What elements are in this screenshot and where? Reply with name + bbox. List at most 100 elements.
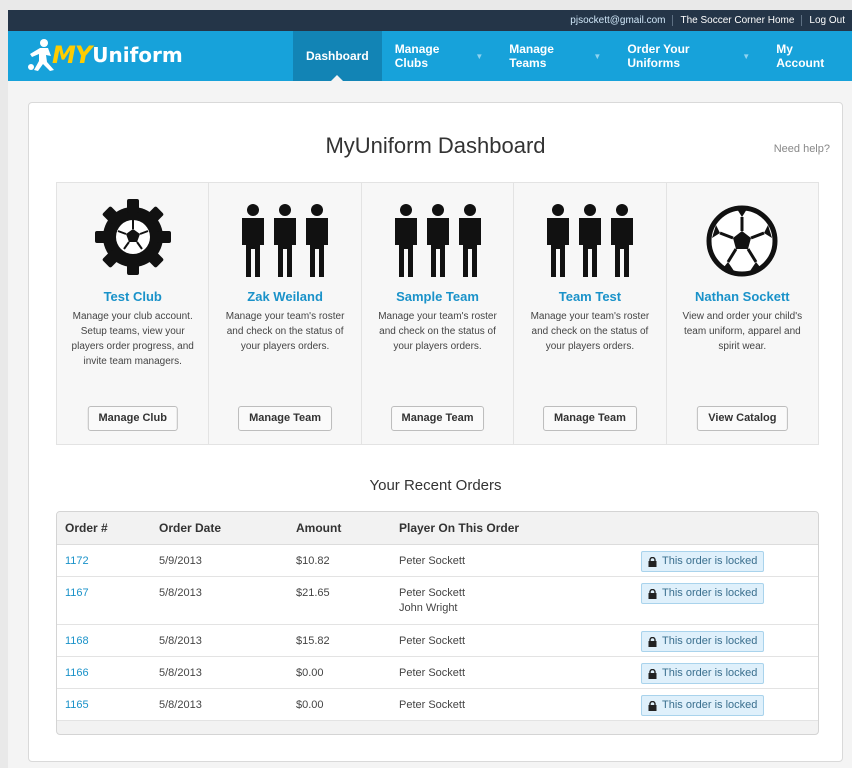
manage-team-button[interactable]: Manage Team <box>542 406 637 431</box>
chevron-down-icon: ▼ <box>742 51 751 61</box>
col-header-amount: Amount <box>296 521 342 535</box>
card-title[interactable]: Zak Weiland <box>209 289 360 304</box>
chevron-down-icon: ▼ <box>593 51 602 61</box>
card-team: Zak Weiland Manage your team's roster an… <box>209 183 362 444</box>
order-amount: $10.82 <box>296 555 330 567</box>
manage-team-button[interactable]: Manage Team <box>238 406 333 431</box>
order-number-link[interactable]: 1168 <box>57 625 159 656</box>
lock-icon <box>648 668 657 679</box>
order-player: Peter Sockett <box>399 587 466 599</box>
page-title: MyUniform Dashboard <box>325 133 546 158</box>
card-title[interactable]: Team Test <box>514 289 665 304</box>
order-player: Peter Sockett <box>399 667 466 679</box>
order-date: 5/8/2013 <box>159 699 202 711</box>
home-link[interactable]: The Soccer Corner Home <box>673 15 801 26</box>
order-date: 5/8/2013 <box>159 587 202 599</box>
order-number-link[interactable]: 1167 <box>57 577 159 624</box>
order-players: Peter Sockett John Wright <box>399 577 629 624</box>
card-title[interactable]: Sample Team <box>362 289 513 304</box>
table-row: 1168 5/8/2013 $15.82 Peter Sockett This … <box>57 625 818 657</box>
top-links: pjsockett@gmail.com The Soccer Corner Ho… <box>563 10 852 31</box>
col-header-player: Player On This Order <box>399 521 520 535</box>
order-status: This order is locked <box>662 667 758 679</box>
table-row: 1167 5/8/2013 $21.65 Peter Sockett John … <box>57 577 818 625</box>
card-icon-wrap <box>667 183 818 283</box>
nav-dashboard[interactable]: Dashboard <box>293 31 382 81</box>
main-nav: MY Uniform Dashboard Manage Clubs ▼ Manag… <box>8 31 852 81</box>
card-team: Team Test Manage your team's roster and … <box>514 183 667 444</box>
order-number-link[interactable]: 1166 <box>57 657 159 688</box>
order-locked-badge[interactable]: This order is locked <box>641 551 765 572</box>
manage-team-button[interactable]: Manage Team <box>390 406 485 431</box>
nav-manage-teams[interactable]: Manage Teams ▼ <box>496 31 614 81</box>
soccer-ball-icon <box>706 205 778 277</box>
card-title[interactable]: Test Club <box>57 289 208 304</box>
nav-manage-clubs[interactable]: Manage Clubs ▼ <box>382 31 497 81</box>
view-catalog-button[interactable]: View Catalog <box>697 406 788 431</box>
team-players-icon <box>394 204 481 277</box>
card-description: Manage your team's roster and check on t… <box>530 311 650 352</box>
order-number-link[interactable]: 1172 <box>57 545 159 576</box>
table-header: Order # Order Date Amount Player On This… <box>57 512 818 545</box>
order-amount: $0.00 <box>296 699 324 711</box>
dashboard-cards: Test Club Manage your club account. Setu… <box>56 182 819 445</box>
card-icon-wrap <box>362 183 513 283</box>
card-team: Sample Team Manage your team's roster an… <box>362 183 515 444</box>
order-locked-badge[interactable]: This order is locked <box>641 663 765 684</box>
nav-menu: Dashboard Manage Clubs ▼ Manage Teams ▼ Or… <box>293 31 852 81</box>
logout-link[interactable]: Log Out <box>802 15 852 26</box>
card-description: Manage your team's roster and check on t… <box>378 311 497 352</box>
nav-order-uniforms[interactable]: Order Your Uniforms ▼ <box>614 31 763 81</box>
order-amount: $15.82 <box>296 635 330 647</box>
card-icon-wrap <box>209 183 360 283</box>
lock-icon <box>648 588 657 599</box>
order-player: Peter Sockett <box>399 635 466 647</box>
table-row: 1166 5/8/2013 $0.00 Peter Sockett This o… <box>57 657 818 689</box>
team-players-icon <box>546 204 633 277</box>
order-locked-badge[interactable]: This order is locked <box>641 583 765 604</box>
table-row: 1165 5/8/2013 $0.00 Peter Sockett This o… <box>57 689 818 721</box>
nav-manage-teams-label: Manage Teams <box>509 42 554 70</box>
order-status: This order is locked <box>662 555 758 567</box>
card-description: Manage your club account. Setup teams, v… <box>71 311 194 367</box>
order-locked-badge[interactable]: This order is locked <box>641 695 765 716</box>
myuniform-logo[interactable]: MY Uniform <box>26 37 183 73</box>
user-email-link[interactable]: pjsockett@gmail.com <box>563 15 672 26</box>
card-icon-wrap <box>57 183 208 283</box>
lock-icon <box>648 636 657 647</box>
team-players-icon <box>242 204 329 277</box>
logo-my-text: MY <box>52 41 92 69</box>
col-header-order: Order # <box>65 521 108 535</box>
order-amount: $0.00 <box>296 667 324 679</box>
order-locked-badge[interactable]: This order is locked <box>641 631 765 652</box>
nav-my-account[interactable]: My Account <box>763 31 852 81</box>
order-status: This order is locked <box>662 635 758 647</box>
dashboard-panel: MyUniform Dashboard Need help? Test Club… <box>28 102 843 762</box>
card-description: Manage your team's roster and check on t… <box>225 311 345 352</box>
order-number-link[interactable]: 1165 <box>57 689 159 720</box>
card-player: Nathan Sockett View and order your child… <box>667 183 818 444</box>
order-amount: $21.65 <box>296 587 330 599</box>
card-title[interactable]: Nathan Sockett <box>667 289 818 304</box>
need-help-link[interactable]: Need help? <box>774 143 830 155</box>
top-bar: pjsockett@gmail.com The Soccer Corner Ho… <box>8 10 852 31</box>
order-date: 5/9/2013 <box>159 555 202 567</box>
order-date: 5/8/2013 <box>159 635 202 647</box>
manage-club-button[interactable]: Manage Club <box>87 406 178 431</box>
gear-soccer-ball-icon <box>94 199 171 275</box>
table-row: 1172 5/9/2013 $10.82 Peter Sockett This … <box>57 545 818 577</box>
recent-orders-title: Your Recent Orders <box>369 477 502 494</box>
order-date: 5/8/2013 <box>159 667 202 679</box>
logo-uniform-text: Uniform <box>92 43 183 67</box>
nav-manage-clubs-label: Manage Clubs <box>394 42 440 70</box>
app-frame: pjsockett@gmail.com The Soccer Corner Ho… <box>8 10 852 768</box>
nav-my-account-label: My Account <box>776 42 825 70</box>
orders-table: Order # Order Date Amount Player On This… <box>56 511 819 735</box>
nav-dashboard-label: Dashboard <box>306 49 369 63</box>
card-club: Test Club Manage your club account. Setu… <box>57 183 210 444</box>
order-status: This order is locked <box>662 699 758 711</box>
order-player: Peter Sockett <box>399 555 466 567</box>
order-status: This order is locked <box>662 587 758 599</box>
nav-order-uniforms-label: Order Your Uniforms <box>627 42 690 70</box>
chevron-down-icon: ▼ <box>475 51 484 61</box>
